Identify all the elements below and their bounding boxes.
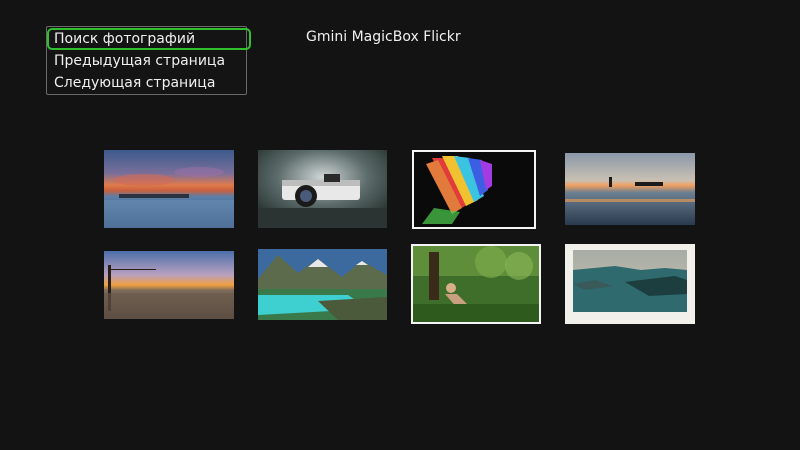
- options-menu: Поиск фотографий Предыдущая страница Сле…: [46, 26, 251, 95]
- photo-thumbnail-misty-lake[interactable]: [565, 244, 695, 324]
- app-title: Gmini MagicBox Flickr: [306, 29, 461, 45]
- photo-thumbnail-vintage-camera[interactable]: [258, 150, 387, 228]
- menu-item-search-photos[interactable]: Поиск фотографий: [47, 28, 251, 50]
- photo-thumbnail-seascape-sunset[interactable]: [104, 150, 234, 228]
- photo-thumbnail-colorful-ribbons[interactable]: [412, 150, 536, 229]
- photo-thumbnail-sea-with-boats[interactable]: [565, 153, 695, 225]
- photo-thumbnail-girl-in-forest[interactable]: [411, 244, 541, 324]
- photo-thumbnail-beach-sunset[interactable]: [104, 251, 234, 319]
- photo-thumbnail-mountain-lake[interactable]: [258, 249, 387, 320]
- menu-item-previous-page[interactable]: Предыдущая страница: [48, 51, 225, 71]
- menu-item-next-page[interactable]: Следующая страница: [48, 73, 215, 93]
- screen: Поиск фотографий Предыдущая страница Сле…: [0, 0, 800, 450]
